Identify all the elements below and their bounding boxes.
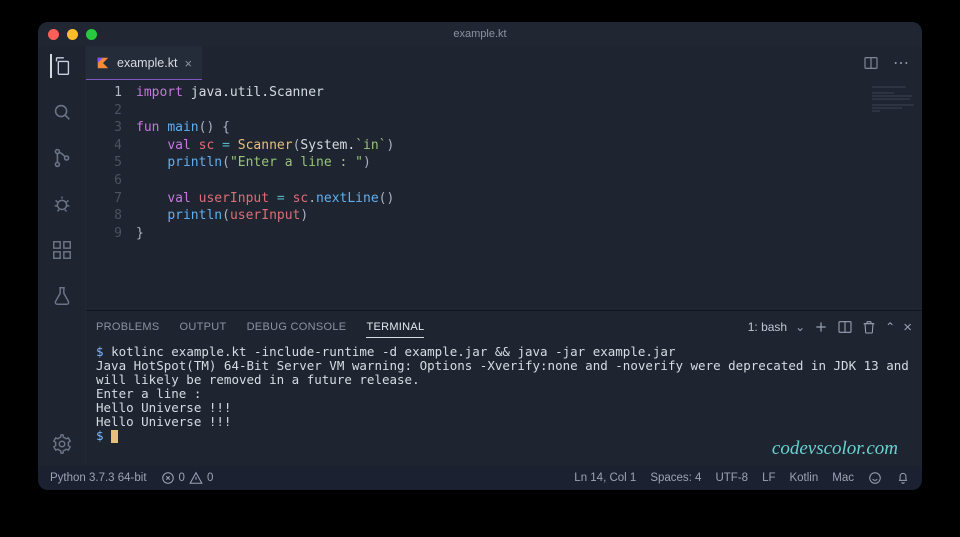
chevron-down-icon[interactable]: ⌄ <box>795 320 805 334</box>
kill-terminal-icon[interactable] <box>861 319 877 335</box>
bell-icon[interactable] <box>896 471 910 485</box>
debug-icon[interactable] <box>50 192 74 216</box>
more-actions-icon[interactable]: ⋯ <box>893 53 910 73</box>
status-problems[interactable]: 0 0 <box>161 471 214 485</box>
source-control-icon[interactable] <box>50 146 74 170</box>
window-controls <box>38 29 97 40</box>
status-cursor-pos[interactable]: Ln 14, Col 1 <box>574 472 636 484</box>
tab-example-kt[interactable]: example.kt × <box>86 46 202 80</box>
titlebar: example.kt <box>38 22 922 46</box>
activity-bar <box>38 46 86 466</box>
close-tab-icon[interactable]: × <box>184 56 192 71</box>
code-editor[interactable]: 123456789 import java.util.Scannerfun ma… <box>86 80 922 310</box>
minimap[interactable] <box>866 80 922 310</box>
editor-window: example.kt <box>38 22 922 490</box>
line-number-gutter: 123456789 <box>86 80 136 310</box>
feedback-icon[interactable] <box>868 471 882 485</box>
status-indent[interactable]: Spaces: 4 <box>650 472 701 484</box>
new-terminal-icon[interactable] <box>813 319 829 335</box>
status-eol[interactable]: LF <box>762 472 775 484</box>
error-icon <box>161 471 175 485</box>
test-icon[interactable] <box>50 284 74 308</box>
status-python[interactable]: Python 3.7.3 64-bit <box>50 472 147 484</box>
editor-tabs: example.kt × ⋯ <box>86 46 922 80</box>
extensions-icon[interactable] <box>50 238 74 262</box>
status-encoding[interactable]: UTF-8 <box>715 472 748 484</box>
maximize-window-button[interactable] <box>86 29 97 40</box>
kotlin-file-icon <box>96 56 110 70</box>
settings-gear-icon[interactable] <box>50 432 74 456</box>
tab-debug-console[interactable]: DEBUG CONSOLE <box>247 321 347 333</box>
status-language[interactable]: Kotlin <box>789 472 818 484</box>
minimize-window-button[interactable] <box>67 29 78 40</box>
tab-output[interactable]: OUTPUT <box>180 321 227 333</box>
code-content: import java.util.Scannerfun main() { val… <box>136 80 394 310</box>
maximize-panel-icon[interactable]: ⌃ <box>885 320 895 334</box>
status-bar: Python 3.7.3 64-bit 0 0 Ln 14, Col 1 Spa… <box>38 466 922 490</box>
tab-terminal[interactable]: TERMINAL <box>366 321 424 338</box>
explorer-icon[interactable] <box>50 54 74 78</box>
status-os[interactable]: Mac <box>832 472 854 484</box>
close-window-button[interactable] <box>48 29 59 40</box>
tab-label: example.kt <box>117 56 177 70</box>
search-icon[interactable] <box>50 100 74 124</box>
watermark: codevscolor.com <box>772 438 898 460</box>
split-terminal-icon[interactable] <box>837 319 853 335</box>
split-editor-icon[interactable] <box>863 55 879 71</box>
warning-icon <box>189 471 203 485</box>
tab-problems[interactable]: PROBLEMS <box>96 321 160 333</box>
window-title: example.kt <box>38 28 922 40</box>
terminal-selector[interactable]: 1: bash <box>748 320 787 334</box>
close-panel-icon[interactable]: × <box>903 319 912 336</box>
